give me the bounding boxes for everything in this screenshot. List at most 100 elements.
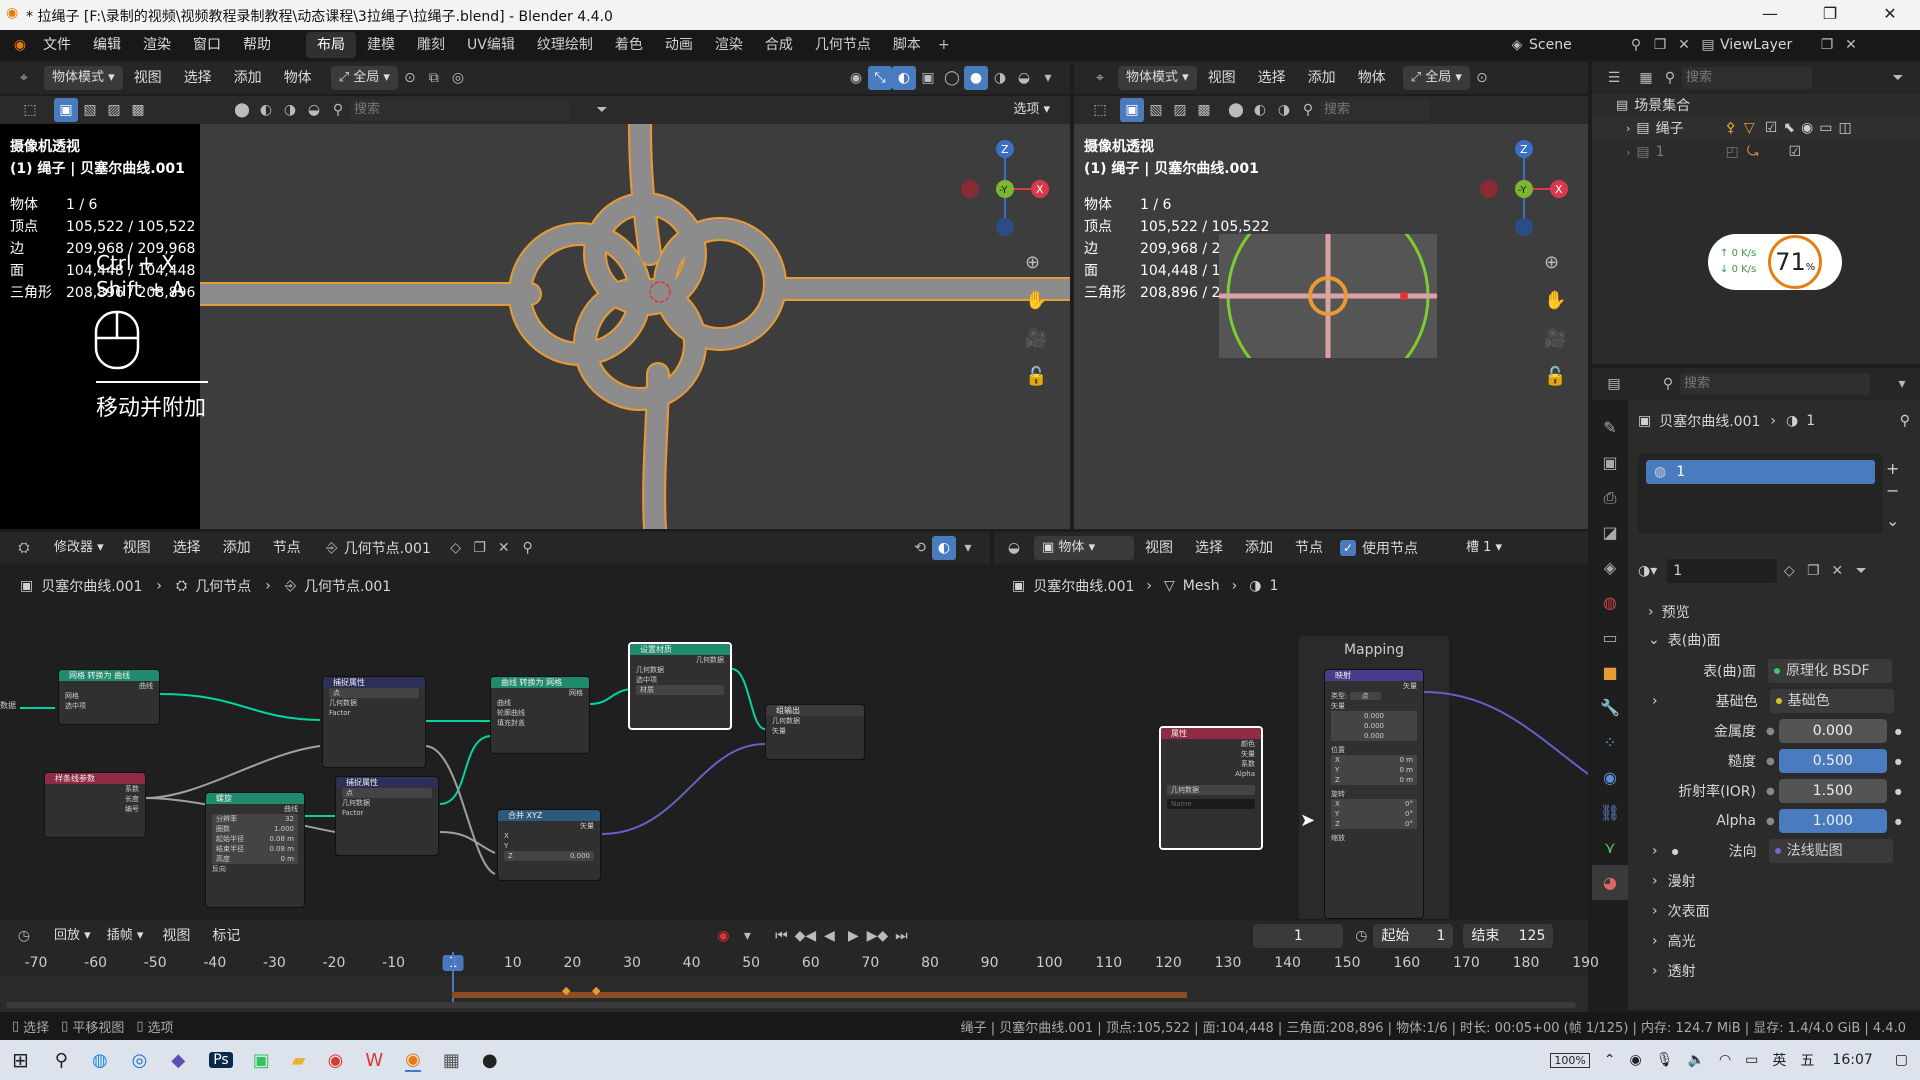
select-extend-icon[interactable]: ▧ bbox=[78, 98, 102, 122]
filter-solid-icon[interactable]: ◐ bbox=[254, 98, 278, 122]
rotation-z-field[interactable]: Z 0° bbox=[1331, 819, 1417, 829]
display-mode-icon[interactable]: ▦ bbox=[1634, 66, 1658, 90]
options-dropdown[interactable]: 选项 ▾ bbox=[1005, 98, 1058, 122]
jump-start-icon[interactable]: ⏮ bbox=[769, 924, 793, 948]
menu-add[interactable]: 添加 bbox=[1297, 63, 1347, 93]
keyframe-marker[interactable]: ◆ bbox=[562, 984, 570, 997]
menu-select[interactable]: 选择 bbox=[173, 63, 223, 93]
render-tab-icon[interactable]: ▣ bbox=[1592, 445, 1628, 480]
close-icon[interactable]: ✕ bbox=[1875, 4, 1905, 23]
keyframe-marker[interactable]: ◆ bbox=[592, 984, 600, 997]
menu-add[interactable]: 添加 bbox=[1234, 533, 1284, 563]
delete-scene-icon[interactable]: ✕ bbox=[1672, 33, 1696, 57]
shading-material-icon[interactable]: ◑ bbox=[988, 66, 1012, 90]
pivot-icon[interactable]: ⊙ bbox=[1470, 66, 1494, 90]
section-subsurface[interactable]: 次表面 bbox=[1668, 901, 1710, 921]
camera-view-icon[interactable]: 🎥 bbox=[1544, 320, 1566, 358]
node-curve-to-mesh[interactable]: 曲线 转换为 网格 网格 曲线 轮廓曲线 填充封盖 bbox=[490, 676, 590, 754]
node-capture-attribute-1[interactable]: 捕捉属性 点 几何数据 Factor bbox=[322, 676, 426, 768]
blender-menu-icon[interactable]: ◉ bbox=[8, 33, 32, 57]
snap-icon[interactable]: ⧉ bbox=[422, 66, 446, 90]
add-slot-icon[interactable]: + bbox=[1886, 458, 1899, 480]
unlink-icon[interactable]: ✕ bbox=[492, 536, 516, 560]
select-tool-icon[interactable]: ⬚ bbox=[18, 98, 42, 122]
menu-file[interactable]: 文件 bbox=[32, 30, 82, 60]
shading-solid-icon[interactable]: ● bbox=[964, 66, 988, 90]
rotations-field[interactable]: 圈数 1.000 bbox=[212, 824, 298, 834]
checkbox-icon[interactable]: ☑ bbox=[1765, 120, 1778, 136]
menu-node[interactable]: 节点 bbox=[1284, 533, 1334, 563]
menu-add[interactable]: 添加 bbox=[212, 533, 262, 563]
menu-edit[interactable]: 编辑 bbox=[82, 30, 132, 60]
menu-select[interactable]: 选择 bbox=[1247, 63, 1297, 93]
shader-editor-icon[interactable]: ◒ bbox=[1002, 536, 1026, 560]
attribute-type-dropdown[interactable]: 几何数据 bbox=[1167, 785, 1255, 795]
pivot-icon[interactable]: ⊙ bbox=[398, 66, 422, 90]
shading-wireframe-icon[interactable]: ◯ bbox=[940, 66, 964, 90]
add-workspace-icon[interactable]: + bbox=[932, 33, 956, 57]
slot-select[interactable]: 槽 1 ▾ bbox=[1458, 536, 1548, 560]
vector-y-field[interactable]: 0.000 bbox=[1331, 721, 1417, 731]
section-specular[interactable]: 高光 bbox=[1668, 931, 1696, 951]
shading-options-icon[interactable]: ▾ bbox=[1036, 66, 1060, 90]
taskbar-photoshop-icon[interactable]: Ps bbox=[209, 1052, 233, 1068]
menu-select[interactable]: 选择 bbox=[162, 533, 212, 563]
taskbar-wechat-icon[interactable]: ▣ bbox=[253, 1050, 270, 1071]
taskbar-folder-icon[interactable]: ▰ bbox=[292, 1050, 306, 1071]
tray-expand-icon[interactable]: ⌃ bbox=[1604, 1052, 1616, 1068]
slot-menu-icon[interactable]: ⌄ bbox=[1886, 510, 1899, 532]
pan-hand-icon[interactable]: ✋ bbox=[1544, 282, 1566, 320]
keyframe-dot-icon[interactable]: ● bbox=[1895, 727, 1902, 736]
modifier-tab-icon[interactable]: 🔧 bbox=[1592, 690, 1628, 725]
prev-keyframe-icon[interactable]: ◆◀ bbox=[793, 924, 817, 948]
menu-view[interactable]: 视图 bbox=[123, 63, 173, 93]
zoom-icon[interactable]: ⊕ bbox=[1025, 244, 1047, 282]
shader-node-canvas[interactable]: ▣ 贝塞尔曲线.001 › ▽ Mesh › ◑ 1 Mapping 属性 颜色… bbox=[994, 564, 1588, 919]
object-tab-icon[interactable]: ■ bbox=[1592, 655, 1628, 690]
ime-language[interactable]: 英 bbox=[1772, 1050, 1786, 1070]
node-group-output[interactable]: 组输出 几何数据 矢量 bbox=[765, 704, 865, 760]
expand-icon[interactable]: › bbox=[1652, 843, 1658, 859]
vector-x-field[interactable]: 0.000 bbox=[1331, 711, 1417, 721]
shader-type-select[interactable]: ▣ 物体 ▾ bbox=[1034, 536, 1134, 560]
collection-tab-icon[interactable]: ▭ bbox=[1592, 620, 1628, 655]
camera-icon[interactable]: ◫ bbox=[1838, 120, 1851, 136]
node-tree-icon[interactable]: ⎆ bbox=[320, 536, 344, 560]
alpha-field[interactable]: 1.000 bbox=[1778, 809, 1887, 833]
material-filter-icon[interactable]: ⏷ bbox=[1849, 559, 1873, 583]
notification-icon[interactable]: ▢ bbox=[1895, 1052, 1908, 1068]
minimize-icon[interactable]: — bbox=[1755, 4, 1785, 23]
geo-node-canvas[interactable]: ▣ 贝塞尔曲线.001 › ⛭ 几何节点 › ⎆ 几何节点.001 网格 转换为… bbox=[0, 564, 990, 919]
menu-window[interactable]: 窗口 bbox=[182, 30, 232, 60]
camera-view-icon[interactable]: 🎥 bbox=[1025, 320, 1047, 358]
section-diffuse[interactable]: 漫射 bbox=[1668, 871, 1696, 891]
end-radius-field[interactable]: 结束半径 0.08 m bbox=[212, 844, 298, 854]
node-tree-name[interactable]: 几何节点.001 bbox=[344, 538, 444, 558]
battery-indicator[interactable]: 100% bbox=[1550, 1052, 1590, 1068]
modifier-select[interactable]: 修改器 ▾ bbox=[46, 536, 112, 560]
menu-marker[interactable]: 标记 bbox=[201, 921, 251, 951]
new-scene-icon[interactable]: ❐ bbox=[1648, 33, 1672, 57]
taskbar-edge-icon[interactable]: ◍ bbox=[92, 1050, 108, 1071]
vector-z-field[interactable]: 0.000 bbox=[1331, 731, 1417, 741]
material-selector[interactable]: 材质 bbox=[636, 685, 724, 695]
editor-type-icon[interactable]: ⌖ bbox=[12, 66, 36, 90]
record-dropdown-icon[interactable]: ▾ bbox=[735, 924, 759, 948]
node-combine-xyz[interactable]: 合并 XYZ 矢量 X Y Z 0.000 bbox=[497, 809, 601, 881]
scene-name[interactable]: Scene bbox=[1529, 37, 1624, 53]
node-curve-spiral[interactable]: 螺旋 曲线 分辨率 32 圈数 1.000 起始半径 0.08 m 结束半径 0.08 … bbox=[205, 792, 305, 908]
navigation-gizmo[interactable]: Z X -Y bbox=[955, 139, 1055, 239]
select-subtract-icon[interactable]: ▨ bbox=[102, 98, 126, 122]
transform-orientation-select[interactable]: ⤢ 全局 ▾ bbox=[1402, 66, 1470, 90]
pin-scene-icon[interactable]: ⚲ bbox=[1624, 33, 1648, 57]
duplicate-material-icon[interactable]: ❐ bbox=[1801, 559, 1825, 583]
height-field[interactable]: 高度 0 m bbox=[212, 854, 298, 864]
microphone-icon[interactable]: 🎙 bbox=[1656, 1052, 1674, 1068]
select-invert-icon[interactable]: ▩ bbox=[1192, 98, 1216, 122]
visibility-icon[interactable]: ◉ bbox=[844, 66, 868, 90]
overlay-icon[interactable]: ◐ bbox=[932, 536, 956, 560]
pan-hand-icon[interactable]: ✋ bbox=[1025, 282, 1047, 320]
node-editor-icon[interactable]: ⛭ bbox=[12, 536, 36, 560]
rotation-y-field[interactable]: Y 0° bbox=[1331, 809, 1417, 819]
gizmo-toggle-icon[interactable]: ⤡ bbox=[868, 66, 892, 90]
